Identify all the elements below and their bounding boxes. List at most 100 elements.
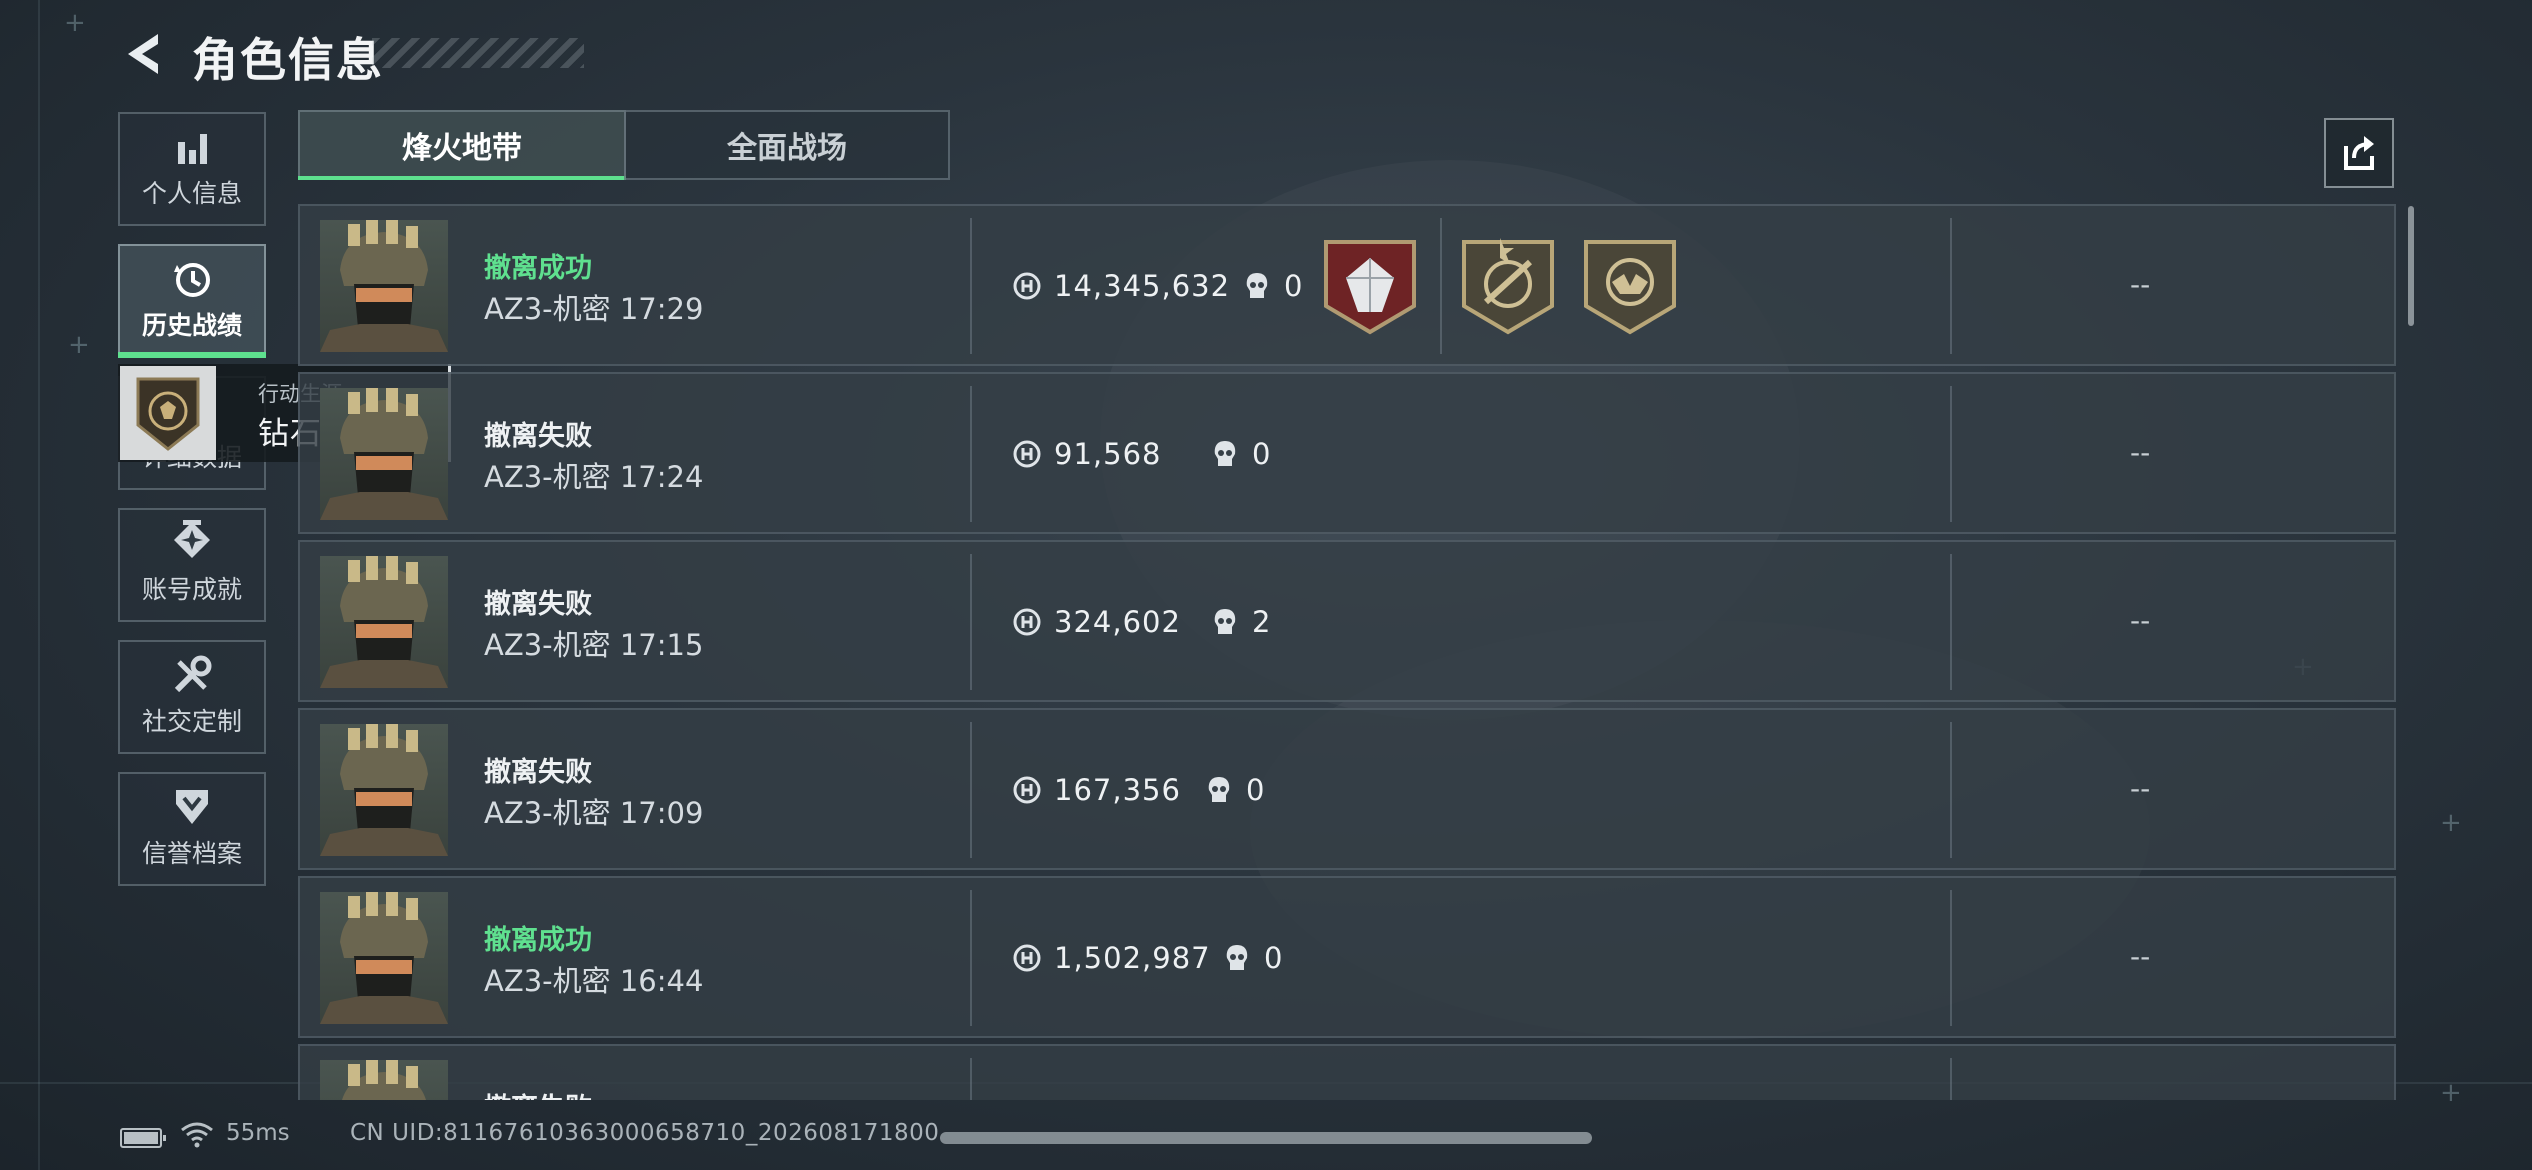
- achievement-badge: [120, 366, 216, 460]
- kills-group: 0: [1206, 770, 1264, 810]
- shield-icon: [176, 790, 208, 824]
- match-row[interactable]: 撤离成功 AZ3-机密 16:44 1,502,987 0 --: [298, 876, 2396, 1038]
- divider: [1950, 218, 1952, 354]
- divider: [1950, 722, 1952, 858]
- achievement-icon: [174, 520, 210, 558]
- share-icon: [2344, 136, 2374, 170]
- divider: [1950, 554, 1952, 690]
- operator-avatar: [320, 724, 448, 856]
- map-time: AZ3-机密 17:29: [484, 292, 704, 326]
- page-title: 角色信息: [192, 33, 384, 87]
- coin-icon: [1013, 608, 1041, 636]
- extra-info: --: [2130, 940, 2151, 973]
- divider: [970, 890, 972, 1026]
- map-time: AZ3-机密 17:24: [484, 460, 704, 494]
- history-icon: [174, 263, 210, 297]
- loot-value: 14,345,632: [1054, 269, 1231, 303]
- divider: [970, 554, 972, 690]
- skull-icon: [1214, 609, 1236, 634]
- value-group: 324,602: [1012, 602, 1181, 642]
- uid-text: CN UID:8116761036300065871​0_20260817180…: [350, 1120, 940, 1146]
- title-decoration: [372, 38, 584, 68]
- nav-label: 信誉档案: [141, 839, 242, 868]
- scrollbar[interactable]: [2408, 206, 2414, 326]
- nav-label: 账号成就: [141, 575, 242, 604]
- tab-label: 烽火地带: [402, 131, 522, 166]
- extra-info: --: [2130, 436, 2151, 469]
- coin-icon: [1013, 776, 1041, 804]
- operator-avatar: [320, 556, 448, 688]
- coin-icon: [1013, 272, 1041, 300]
- nav-social-custom[interactable]: 社交定制: [118, 640, 266, 754]
- tab-label: 全面战场: [727, 131, 847, 166]
- extra-info: --: [2130, 772, 2151, 805]
- divider: [970, 218, 972, 354]
- map-time: AZ3-机密 17:15: [484, 628, 704, 662]
- background-cross: +: [2440, 1078, 2462, 1108]
- value-group: 1,502,987: [1012, 938, 1211, 978]
- share-button[interactable]: [2324, 118, 2394, 188]
- background-line: [38, 0, 40, 1170]
- nav-label: 社交定制: [141, 707, 242, 736]
- extraction-status: 撤离失败: [484, 757, 592, 788]
- match-row[interactable]: 撤离失败 AZ3-机密 17:09 167,356 0 --: [298, 708, 2396, 870]
- kill-count: 0: [1284, 269, 1303, 303]
- background-cross: +: [2440, 808, 2462, 838]
- divider: [1950, 1058, 1952, 1100]
- kill-count: 0: [1246, 773, 1265, 807]
- extraction-status: 撤离失败: [484, 421, 592, 452]
- match-history-list[interactable]: 撤离成功 AZ3-机密 17:29 14,345,632 0 -- 撤离失败 A…: [298, 204, 2398, 1100]
- match-row[interactable]: 撤离成功 AZ3-机密 17:29 14,345,632 0 --: [298, 204, 2396, 366]
- operator-avatar: [320, 892, 448, 1024]
- extraction-status: 撤离失败: [484, 589, 592, 620]
- lion-badge-icon: [136, 377, 200, 451]
- match-row[interactable]: 撤离失败: [298, 1044, 2396, 1100]
- wifi-icon: [181, 1122, 213, 1148]
- value-group: 91,568: [1012, 434, 1161, 474]
- skull-icon: [1214, 441, 1236, 466]
- match-row[interactable]: 撤离失败 AZ3-机密 17:24 91,568 0 --: [298, 372, 2396, 534]
- extraction-status: 撤离成功: [484, 925, 592, 956]
- rifle-medal-icon: [1462, 238, 1554, 335]
- coin-icon: [1013, 440, 1041, 468]
- skull-icon: [1208, 777, 1230, 802]
- nav-label: 历史战绩: [141, 311, 242, 340]
- kill-count: 2: [1252, 605, 1271, 639]
- kills-group: 2: [1212, 602, 1270, 642]
- tools-icon: [174, 655, 212, 693]
- horizontal-scrollbar[interactable]: [940, 1132, 1592, 1144]
- tab-full-battlefield[interactable]: 全面战场: [624, 110, 950, 180]
- nav-reputation[interactable]: 信誉档案: [118, 772, 266, 886]
- map-time: AZ3-机密 16:44: [484, 964, 704, 998]
- operator-avatar: [320, 1060, 448, 1100]
- back-button[interactable]: [118, 28, 170, 80]
- divider: [970, 386, 972, 522]
- battery-icon: [120, 1128, 166, 1148]
- back-arrow-icon: [128, 34, 158, 74]
- kills-group: 0: [1224, 938, 1282, 978]
- loot-value: 1,502,987: [1054, 941, 1211, 975]
- value-group: 14,345,632: [1012, 266, 1230, 306]
- nav-personal-info[interactable]: 个人信息: [118, 112, 266, 226]
- map-time: AZ3-机密 17:09: [484, 796, 704, 830]
- kill-count: 0: [1252, 437, 1271, 471]
- divider: [1440, 218, 1442, 354]
- operator-avatar: [320, 388, 448, 520]
- extra-info: --: [2130, 604, 2151, 637]
- match-row[interactable]: 撤离失败 AZ3-机密 17:15 324,602 2 --: [298, 540, 2396, 702]
- nav-achievements[interactable]: 账号成就: [118, 508, 266, 622]
- ping-text: 55ms: [226, 1120, 290, 1146]
- background-cross: +: [68, 330, 90, 360]
- tab-firezone[interactable]: 烽火地带: [298, 110, 626, 180]
- loot-value: 324,602: [1054, 605, 1181, 639]
- diamond-medal-icon: [1324, 240, 1416, 335]
- nav-match-history[interactable]: 历史战绩: [118, 244, 266, 358]
- divider: [970, 722, 972, 858]
- extraction-status: 撤离成功: [484, 253, 592, 284]
- coin-icon: [1013, 944, 1041, 972]
- kill-count: 0: [1264, 941, 1283, 975]
- extraction-status: 撤离失败: [484, 1086, 592, 1100]
- kills-group: 0: [1244, 266, 1302, 306]
- skull-icon: [1226, 945, 1248, 970]
- loot-value: 167,356: [1054, 773, 1181, 807]
